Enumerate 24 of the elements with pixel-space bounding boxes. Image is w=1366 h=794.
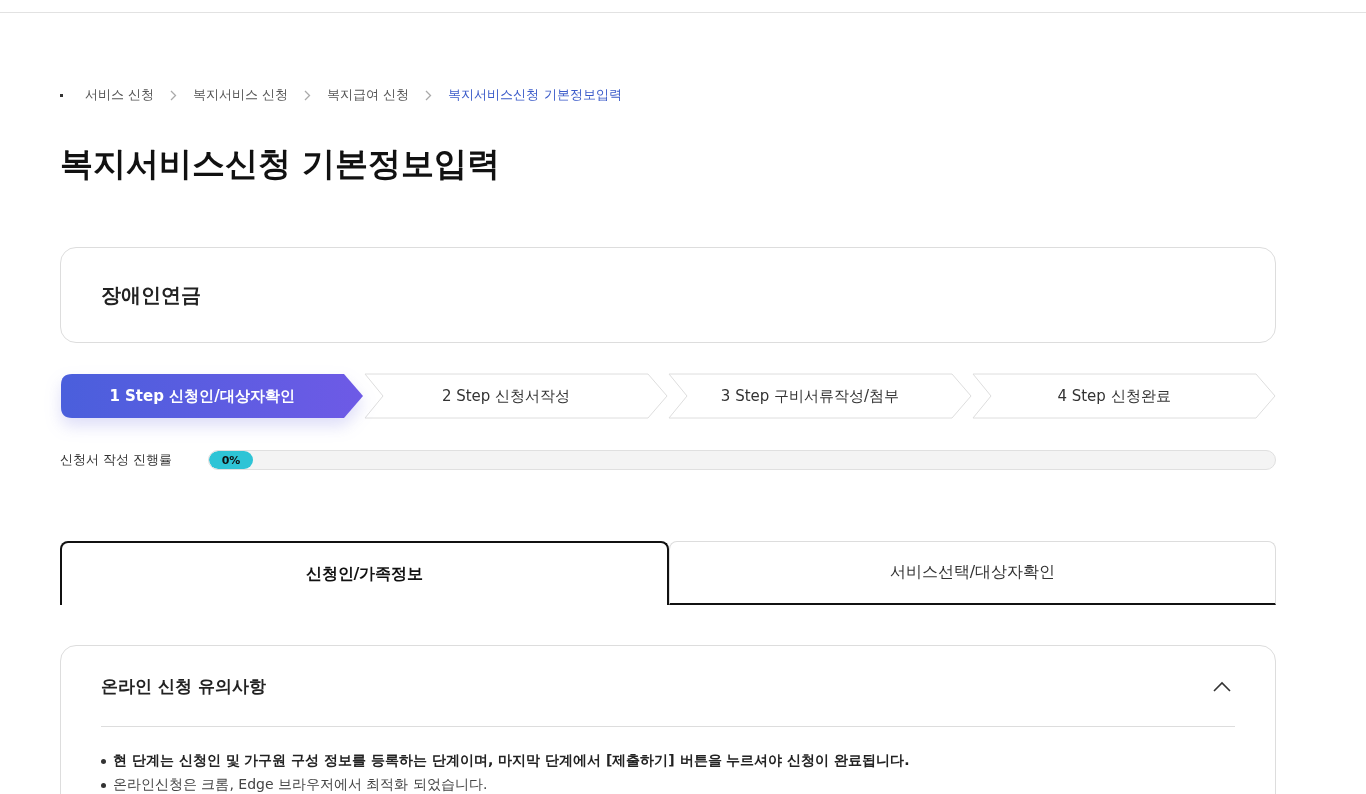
page-title: 복지서비스신청 기본정보입력 <box>60 143 502 185</box>
step-tab[interactable]: 3 Step 구비서류작성/첨부 <box>668 373 972 419</box>
chevron-right-icon <box>170 89 178 101</box>
chevron-right-icon <box>304 89 312 101</box>
progress-reading: 0% <box>221 453 241 467</box>
tab[interactable]: 신청인/가족정보 <box>60 541 669 605</box>
notice-text: 현 단계는 신청인 및 가구원 구성 정보를 등록하는 단계이며, 마지막 단계에서 [제출하기] 버튼을 누르셔야 신청이 완료됩니다. <box>113 752 910 770</box>
notice-text: 온라인신청은 크롬, Edge 브라우저에서 최적화 되었습니다. <box>113 776 488 794</box>
tab[interactable]: 서비스선택/대상자확인 <box>669 541 1276 605</box>
step-tab[interactable]: 2 Step 신청서작성 <box>364 373 668 419</box>
bullet-icon <box>101 782 106 788</box>
chevron-right-icon <box>425 89 433 101</box>
breadcrumb-link[interactable]: 복지서비스 신청 <box>193 86 289 104</box>
notice-title: 온라인 신청 유의사항 <box>101 674 266 698</box>
breadcrumb-link[interactable]: 복지급여 신청 <box>327 86 410 104</box>
bullet-icon <box>60 93 63 97</box>
breadcrumb-link[interactable]: 복지서비스신청 기본정보입력 <box>448 86 622 104</box>
progress-label: 신청서 작성 진행률 <box>60 451 174 469</box>
step-tab[interactable]: 1 Step 신청인/대상자확인 <box>60 373 364 419</box>
breadcrumb-link[interactable]: 서비스 신청 <box>85 86 155 104</box>
service-name: 장애인연금 <box>101 281 201 309</box>
step-tab[interactable]: 4 Step 신청완료 <box>972 373 1276 419</box>
chevron-icon[interactable] <box>1213 680 1231 692</box>
bullet-icon <box>101 758 106 764</box>
